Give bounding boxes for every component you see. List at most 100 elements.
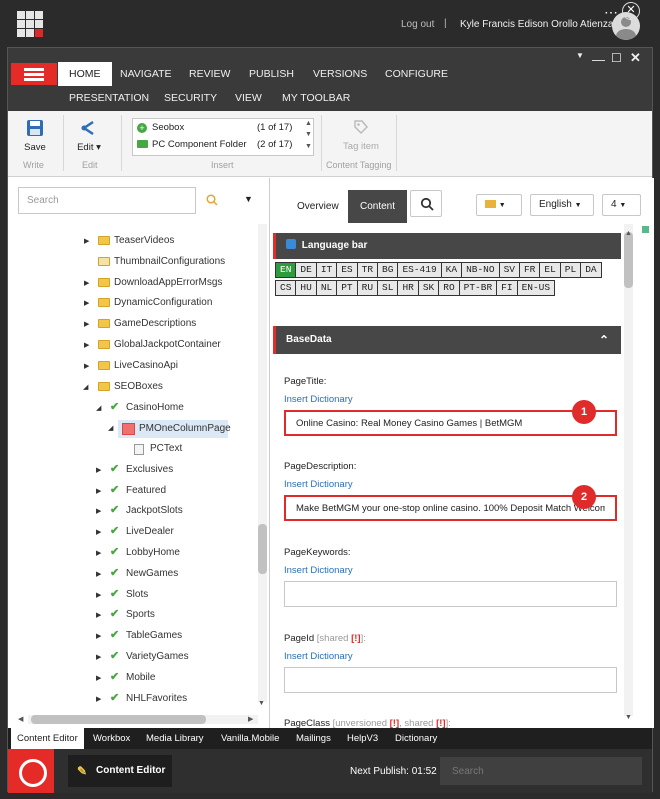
expand-icon[interactable]: ▶ — [96, 549, 101, 557]
expand-icon[interactable]: ▶ — [96, 674, 101, 682]
editor-vertical-scrollbar[interactable] — [624, 224, 633, 716]
expand-icon[interactable]: ▶ — [96, 528, 101, 536]
save-button[interactable]: Save — [18, 119, 52, 153]
language-button-es-419[interactable]: ES-419 — [397, 262, 442, 278]
language-button-tr[interactable]: TR — [356, 262, 379, 278]
tab-security[interactable]: SECURITY — [164, 92, 217, 104]
language-button-es[interactable]: ES — [336, 262, 358, 278]
expand-icon[interactable]: ▶ — [84, 362, 89, 370]
editor-search-button[interactable] — [410, 190, 442, 217]
language-button-en-us[interactable]: EN-US — [516, 280, 556, 296]
tab-review[interactable]: REVIEW — [189, 68, 230, 80]
sitecore-logo-icon[interactable] — [8, 749, 54, 793]
expand-icon[interactable]: ▶ — [96, 466, 101, 474]
tree-item-pmonecolumnpage[interactable]: ◢ PMOneColumnPage — [108, 420, 231, 438]
collapse-icon[interactable]: ◢ — [83, 383, 88, 391]
tree-horizontal-scrollbar[interactable] — [28, 715, 258, 724]
tab-my-toolbar[interactable]: MY TOOLBAR — [282, 92, 350, 104]
language-button-hu[interactable]: HU — [295, 280, 317, 296]
tree-vertical-scrollbar[interactable] — [258, 224, 267, 702]
expand-icon[interactable]: ▶ — [84, 237, 89, 245]
expand-icon[interactable]: ▶ — [96, 487, 101, 495]
scroll-right-arrow-icon[interactable]: ▶ — [248, 715, 253, 723]
language-button-da[interactable]: DA — [580, 262, 602, 278]
gallery-expand-icon[interactable]: ▼ — [305, 143, 312, 150]
scroll-left-arrow-icon[interactable]: ◀ — [18, 715, 23, 723]
page-title-input[interactable] — [284, 410, 617, 436]
expand-icon[interactable]: ▶ — [84, 279, 89, 287]
tab-versions[interactable]: VERSIONS — [313, 68, 367, 80]
language-button-el[interactable]: EL — [539, 262, 561, 278]
language-button-nb-no[interactable]: NB-NO — [461, 262, 500, 278]
app-launcher-icon[interactable] — [17, 11, 43, 37]
expand-icon[interactable]: ▶ — [96, 507, 101, 515]
language-button-sl[interactable]: SL — [377, 280, 399, 296]
language-button-pt-br[interactable]: PT-BR — [458, 280, 498, 296]
language-button-sk[interactable]: SK — [417, 280, 440, 296]
language-button-en[interactable]: EN — [275, 262, 297, 278]
tab-media-library[interactable]: Media Library — [140, 728, 210, 749]
expand-icon[interactable]: ▶ — [84, 341, 89, 349]
user-name[interactable]: Kyle Francis Edison Orollo Atienza — [460, 19, 613, 30]
page-description-input[interactable] — [284, 495, 617, 521]
menu-icon[interactable] — [11, 63, 57, 85]
close-icon[interactable]: ✕ — [622, 2, 640, 20]
language-button-cs[interactable]: CS — [275, 280, 297, 296]
gallery-down-icon[interactable]: ▼ — [305, 131, 312, 138]
tab-view[interactable]: VIEW — [235, 92, 262, 104]
tag-item-button[interactable]: Tag item — [336, 119, 386, 152]
tab-content-editor[interactable]: Content Editor — [11, 728, 84, 749]
tab-dictionary[interactable]: Dictionary — [389, 728, 443, 749]
search-options-chevron-down-icon[interactable]: ▼ — [244, 194, 253, 204]
insert-dictionary-link[interactable]: Insert Dictionary — [284, 479, 353, 490]
language-button-nl[interactable]: NL — [315, 280, 338, 296]
more-options-icon[interactable]: ⋯ — [604, 4, 619, 21]
scrollbar-thumb[interactable] — [31, 715, 206, 724]
insert-dictionary-link[interactable]: Insert Dictionary — [284, 565, 353, 576]
language-button-hr[interactable]: HR — [397, 280, 419, 296]
language-button-it[interactable]: IT — [315, 262, 338, 278]
language-button-fi[interactable]: FI — [496, 280, 518, 296]
language-button-pl[interactable]: PL — [559, 262, 582, 278]
tab-configure[interactable]: CONFIGURE — [385, 68, 448, 80]
language-button-fr[interactable]: FR — [518, 262, 541, 278]
collapse-icon[interactable]: ◢ — [108, 424, 113, 432]
edit-button[interactable]: Edit ▾ — [72, 119, 106, 153]
insert-dictionary-link[interactable]: Insert Dictionary — [284, 651, 353, 662]
expand-icon[interactable]: ▶ — [84, 320, 89, 328]
tab-vanilla-mobile[interactable]: Vanilla.Mobile — [215, 728, 285, 749]
insert-dictionary-link[interactable]: Insert Dictionary — [284, 394, 353, 405]
window-maximize-icon[interactable]: ☐ — [611, 51, 622, 65]
language-button-de[interactable]: DE — [295, 262, 317, 278]
language-button-bg[interactable]: BG — [377, 262, 399, 278]
tab-navigate[interactable]: NAVIGATE — [120, 68, 172, 80]
expand-icon[interactable]: ▶ — [84, 299, 89, 307]
tab-mailings[interactable]: Mailings — [290, 728, 337, 749]
gallery-up-icon[interactable]: ▲ — [305, 120, 312, 127]
tab-presentation[interactable]: PRESENTATION — [69, 92, 149, 104]
basedata-section-header[interactable]: BaseData ⌃ — [273, 326, 621, 354]
language-dropdown[interactable]: English ▼ — [530, 194, 594, 216]
language-button-ru[interactable]: RU — [356, 280, 379, 296]
scrollbar-thumb[interactable] — [624, 232, 633, 288]
tree-search-input[interactable] — [18, 187, 196, 214]
page-keywords-input[interactable] — [284, 581, 617, 607]
collapse-chevron-up-icon[interactable]: ⌃ — [599, 326, 609, 354]
collapse-icon[interactable]: ◢ — [96, 404, 101, 412]
scroll-up-arrow-icon[interactable]: ▲ — [625, 230, 632, 237]
logout-link[interactable]: Log out — [401, 19, 434, 30]
tab-publish[interactable]: PUBLISH — [249, 68, 294, 80]
search-icon[interactable] — [206, 194, 218, 206]
language-button-sv[interactable]: SV — [498, 262, 520, 278]
expand-icon[interactable]: ▶ — [96, 591, 101, 599]
item-icon-dropdown[interactable]: ▼ — [476, 194, 522, 216]
scroll-down-arrow-icon[interactable]: ▼ — [258, 700, 265, 707]
expand-icon[interactable]: ▶ — [96, 653, 101, 661]
scroll-down-arrow-icon[interactable]: ▼ — [625, 714, 632, 721]
taskbar-search-input[interactable] — [440, 757, 642, 785]
language-button-ka[interactable]: KA — [440, 262, 463, 278]
ribbon-toggle-icon[interactable]: ▼ — [576, 51, 584, 60]
page-id-input[interactable] — [284, 667, 617, 693]
expand-icon[interactable]: ▶ — [96, 611, 101, 619]
tab-helpv3[interactable]: HelpV3 — [341, 728, 384, 749]
